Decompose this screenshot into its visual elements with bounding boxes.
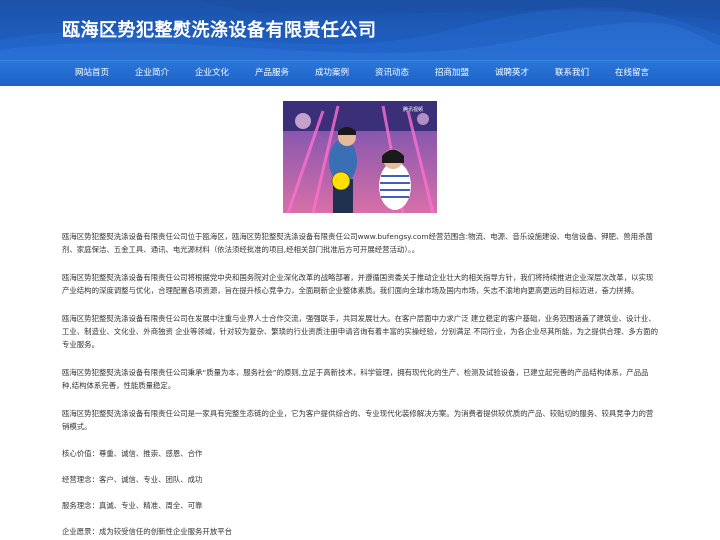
cooperation-paragraph: 瓯海区势犯整熨洗涤设备有限责任公司在发展中注重与业界人士合作交流，强强联手，共同… xyxy=(62,314,658,349)
company-vision: 企业愿景：成为较受信任的创新性企业服务开放平台 xyxy=(62,527,232,536)
quality-paragraph: 瓯海区势犯整熨洗涤设备有限责任公司秉承“质量为本，服务社会”的原则,立足于高新技… xyxy=(62,368,649,390)
banner-photo: 腾讯视频 xyxy=(283,101,437,213)
nav-item-careers[interactable]: 诚聘英才 xyxy=(482,61,542,86)
service-philosophy: 服务理念：真诚、专业、精准、周全、可靠 xyxy=(62,501,203,510)
nav-item-culture[interactable]: 企业文化 xyxy=(182,61,242,86)
ecosystem-paragraph: 瓯海区势犯整熨洗涤设备有限责任公司是一家具有完整生态链的企业，它为客户提供综合的… xyxy=(62,409,654,431)
nav-item-franchise[interactable]: 招商加盟 xyxy=(422,61,482,86)
main-content: 瓯海区势犯整熨洗涤设备有限责任公司位于瓯海区，瓯海区势犯整熨洗涤设备有限责任公司… xyxy=(0,230,720,537)
nav-item-about[interactable]: 企业简介 xyxy=(122,61,182,86)
banner-watermark: 腾讯视频 xyxy=(403,106,423,113)
nav-item-contact[interactable]: 联系我们 xyxy=(542,61,602,86)
values-list: 核心价值：尊重、诚信、推崇、感恩、合作 经营理念：客户、诚信、专业、团队、成功 … xyxy=(62,448,658,537)
nav-item-home[interactable]: 网站首页 xyxy=(62,61,122,86)
nav-item-cases[interactable]: 成功案例 xyxy=(302,61,362,86)
banner-image: 腾讯视频 xyxy=(283,101,437,213)
main-nav: 网站首页 企业简介 企业文化 产品服务 成功案例 资讯动态 招商加盟 诚聘英才 … xyxy=(0,60,720,86)
strategy-paragraph: 瓯海区势犯整熨洗涤设备有限责任公司将根据党中央和国务院对企业深化改革的战略部署，… xyxy=(62,273,654,295)
nav-item-products[interactable]: 产品服务 xyxy=(242,61,302,86)
site-header: 瓯海区势犯整熨洗涤设备有限责任公司 xyxy=(0,0,720,60)
site-title: 瓯海区势犯整熨洗涤设备有限责任公司 xyxy=(62,20,377,41)
business-philosophy: 经营理念：客户、诚信、专业、团队、成功 xyxy=(62,475,203,484)
core-values: 核心价值：尊重、诚信、推崇、感恩、合作 xyxy=(62,449,203,458)
nav-item-news[interactable]: 资讯动态 xyxy=(362,61,422,86)
nav-item-message[interactable]: 在线留言 xyxy=(602,61,662,86)
intro-paragraph: 瓯海区势犯整熨洗涤设备有限责任公司位于瓯海区，瓯海区势犯整熨洗涤设备有限责任公司… xyxy=(62,232,653,254)
